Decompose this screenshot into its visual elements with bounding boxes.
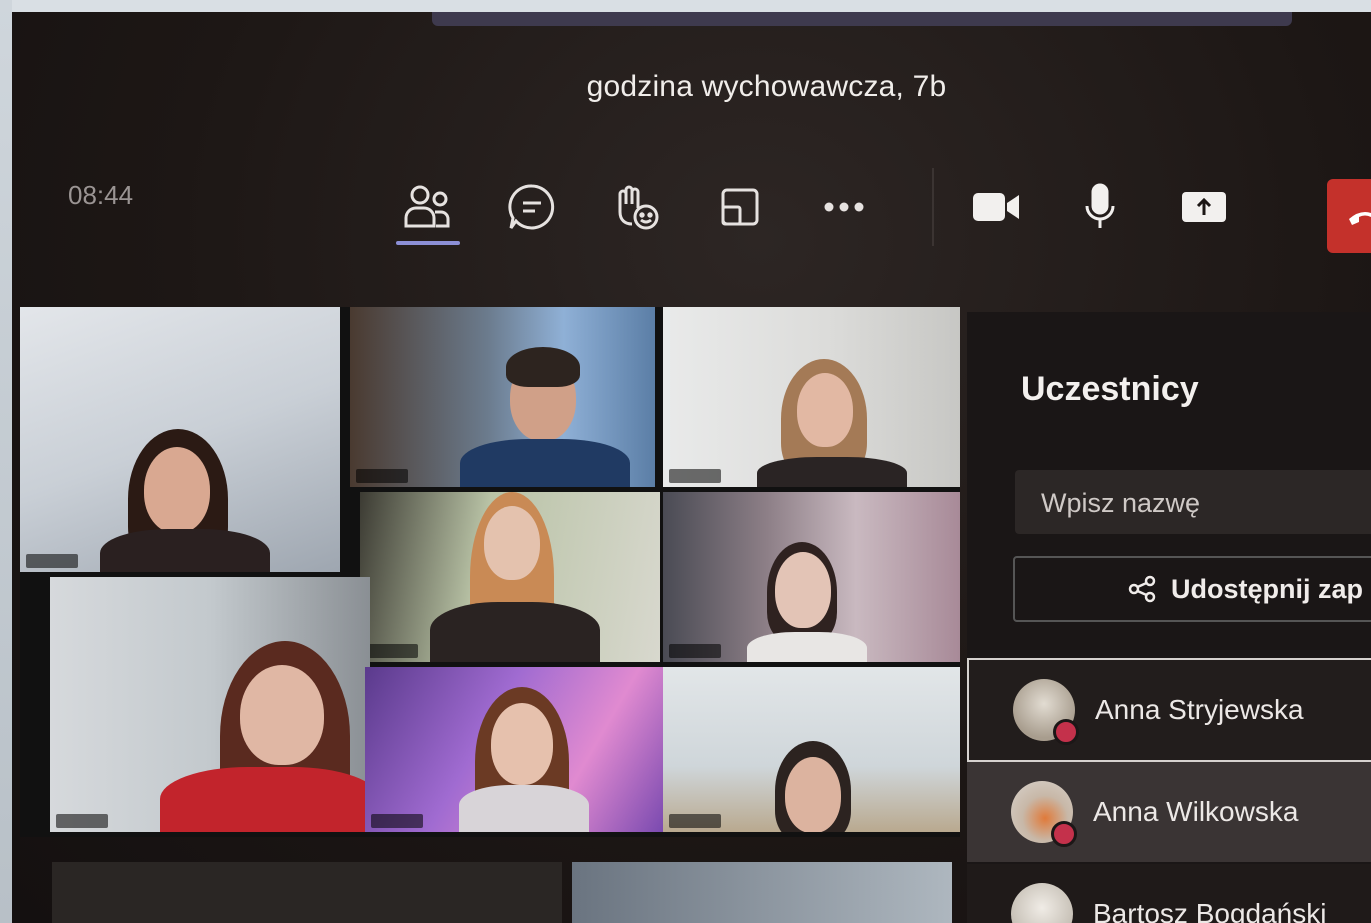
video-tile[interactable]: [572, 862, 952, 923]
status-busy-icon: [1053, 719, 1079, 745]
teams-meeting-window: godzina wychowawcza, 7b 08:44 Uczestnicy…: [12, 12, 1371, 923]
status-busy-icon: [1051, 821, 1077, 847]
video-tile[interactable]: [50, 577, 370, 832]
leave-call-button[interactable]: [1327, 179, 1371, 253]
participant-name-label: [669, 469, 722, 483]
participant-search-input[interactable]: Wpisz nazwę: [1015, 470, 1371, 534]
camera-icon: [973, 193, 1019, 221]
more-icon: [824, 202, 864, 212]
video-tile[interactable]: [350, 307, 655, 487]
participant-name: Anna Stryjewska: [1095, 694, 1304, 725]
toolbar-separator: [932, 168, 934, 246]
video-tile[interactable]: [365, 667, 663, 832]
more-actions-button[interactable]: [808, 177, 880, 237]
participants-panel: Uczestnicy Wpisz nazwę Udostępnij zap An…: [967, 312, 1371, 923]
video-tile[interactable]: [52, 862, 562, 923]
participant-name-label: [26, 554, 79, 568]
breakout-rooms-button[interactable]: [704, 177, 776, 237]
participant-row[interactable]: Anna Wilkowska: [967, 762, 1371, 862]
video-tile[interactable]: [20, 307, 340, 572]
video-grid: [20, 307, 960, 837]
title-strip: [432, 12, 1292, 26]
participant-name-label: [669, 644, 722, 658]
participant-name-label: [356, 469, 409, 483]
monitor-bezel-left: [0, 0, 12, 923]
video-tile[interactable]: [360, 492, 660, 662]
video-tile[interactable]: [663, 667, 960, 832]
share-icon: [1128, 575, 1156, 603]
chat-icon: [508, 184, 555, 230]
monitor-bezel-top: [0, 0, 1371, 12]
panel-title: Uczestnicy: [1021, 370, 1199, 408]
share-invite-button[interactable]: Udostępnij zap: [1013, 556, 1371, 622]
participant-row[interactable]: Bartosz Bogdański: [967, 864, 1371, 923]
chat-button[interactable]: [496, 177, 568, 237]
microphone-button[interactable]: [1064, 177, 1136, 237]
avatar: [1013, 679, 1079, 745]
participant-name-label: [56, 814, 109, 828]
video-tile[interactable]: [663, 492, 960, 662]
participant-name-label: [669, 814, 722, 828]
raise-hand-button[interactable]: [600, 177, 672, 237]
participant-name-label: [371, 814, 424, 828]
participants-button[interactable]: [392, 177, 464, 245]
people-icon: [404, 185, 450, 228]
meeting-toolbar: [392, 168, 1272, 246]
share-invite-label: Udostępnij zap: [1171, 573, 1364, 604]
rooms-icon: [721, 188, 759, 226]
meeting-timer: 08:44: [68, 180, 134, 210]
hangup-icon: [1349, 212, 1371, 225]
mic-icon: [1085, 183, 1115, 228]
avatar: [1011, 781, 1077, 847]
participant-name: Bartosz Bogdański: [1093, 898, 1327, 923]
share-screen-icon: [1182, 192, 1226, 222]
participant-name: Anna Wilkowska: [1093, 796, 1299, 827]
participant-name-label: [366, 644, 419, 658]
avatar: [1011, 883, 1073, 923]
participant-row[interactable]: Anna Stryjewska: [967, 658, 1371, 762]
share-screen-button[interactable]: [1168, 177, 1240, 237]
raise-hand-icon: [618, 185, 659, 230]
video-grid-overflow: [52, 862, 962, 923]
camera-button[interactable]: [960, 177, 1032, 237]
meeting-title: godzina wychowawcza, 7b: [586, 70, 947, 103]
video-tile[interactable]: [663, 307, 960, 487]
